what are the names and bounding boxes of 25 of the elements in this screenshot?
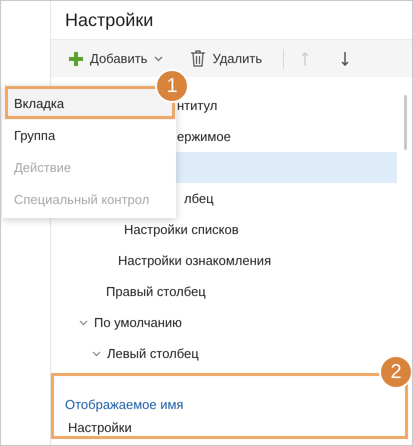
scrollbar-thumb[interactable]	[404, 95, 407, 150]
down-arrow-icon	[341, 52, 350, 66]
chevron-down-icon[interactable]	[79, 320, 88, 326]
panel-title: Настройки	[65, 8, 154, 32]
trash-icon	[191, 50, 206, 67]
delete-button[interactable]: Удалить	[190, 48, 264, 68]
field-value: Настройки	[68, 420, 132, 435]
tree-item-label: Настройки списков	[124, 220, 239, 239]
tree-row[interactable]: Настройки списков	[51, 214, 403, 245]
caret-icon	[154, 56, 164, 62]
tree-item-label: По умолчанию	[94, 314, 182, 332]
tree-row[interactable]: Правый столбец	[51, 276, 403, 307]
plus-icon	[69, 52, 83, 66]
tree-item-label: Настройки ознакомления	[118, 252, 272, 270]
tree-row[interactable]: По умолчанию	[51, 307, 403, 338]
menu-item[interactable]: Группа	[2, 120, 176, 152]
tree-item-label: Правый столбец	[106, 282, 206, 301]
field-label: Отображаемое имя	[65, 397, 184, 412]
up-arrow-icon	[301, 52, 310, 66]
chevron-down-icon[interactable]	[92, 350, 101, 356]
down-button[interactable]	[340, 52, 350, 66]
add-button[interactable]: Добавить	[68, 48, 164, 68]
tree-item-label: Левый столбец	[107, 344, 199, 363]
tree-row[interactable]: Настройки ознакомления	[51, 245, 403, 276]
callout-badge: 2	[379, 355, 412, 389]
